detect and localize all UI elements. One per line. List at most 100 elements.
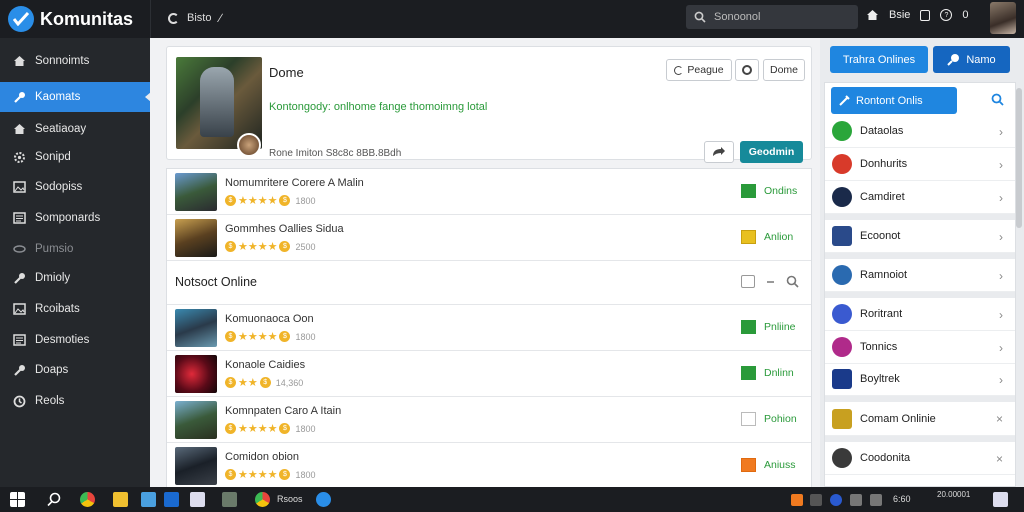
app-icon[interactable] bbox=[222, 492, 237, 507]
sidebar-item-rcoibats[interactable]: Rcoibats bbox=[0, 294, 150, 324]
right-panel-scrollbar[interactable] bbox=[1016, 88, 1022, 228]
name-button[interactable]: Namo bbox=[933, 46, 1010, 73]
search-icon[interactable] bbox=[47, 492, 62, 507]
sidebar-item-kaomats[interactable]: Kaomats bbox=[0, 82, 151, 112]
minus-icon[interactable] bbox=[767, 280, 774, 283]
online-button[interactable]: Trahra Onlines bbox=[830, 46, 928, 73]
panel-tab[interactable]: Rontont Onlis bbox=[831, 87, 957, 114]
online-list-item[interactable]: Donhurits › bbox=[825, 148, 1015, 181]
battery-icon[interactable] bbox=[870, 494, 882, 506]
top-nav-label: Bisto bbox=[187, 12, 212, 24]
search-icon[interactable] bbox=[786, 275, 799, 288]
list-item[interactable]: Komuonaoca Oon $ ★★★★ $ 1800 Pnliine bbox=[167, 305, 811, 351]
list-item[interactable]: Komnpaten Caro A Itain $ ★★★★ $ 1800 Poh… bbox=[167, 397, 811, 443]
list-item[interactable]: Gommhes Oallies Sidua $ ★★★★ $ 2500 Anli… bbox=[167, 215, 811, 261]
search-box[interactable] bbox=[686, 5, 858, 29]
primary-action-label: Geodmin bbox=[748, 146, 795, 158]
done-button[interactable]: Dome bbox=[763, 59, 805, 81]
list-icon bbox=[12, 211, 26, 225]
search-input[interactable] bbox=[714, 11, 844, 23]
online-list-item[interactable]: Tonnics › bbox=[825, 331, 1015, 364]
folder-icon[interactable] bbox=[113, 492, 128, 507]
sidebar-item-label: Sonipd bbox=[35, 151, 71, 163]
sidebar-item-seatiaoay[interactable]: Seatiaoay bbox=[0, 114, 150, 144]
search-icon[interactable] bbox=[991, 93, 1004, 106]
sidebar-item-sonnoimts[interactable]: Sonnoimts bbox=[0, 46, 150, 76]
notification-center-icon[interactable] bbox=[993, 492, 1008, 507]
primary-action-button[interactable]: Geodmin bbox=[740, 141, 803, 163]
top-right-label[interactable]: Bsie bbox=[889, 9, 910, 21]
close-icon[interactable]: × bbox=[996, 452, 1003, 466]
photos-icon[interactable] bbox=[141, 492, 156, 507]
chrome-icon[interactable] bbox=[80, 492, 95, 507]
rating-count: 1800 bbox=[295, 195, 316, 206]
tray-icon[interactable] bbox=[810, 494, 822, 506]
sidebar-item-doaps[interactable]: Doaps bbox=[0, 355, 150, 385]
clock-time[interactable]: 6:60 bbox=[893, 494, 911, 504]
list-item[interactable]: Comidon obion $ ★★★★ $ 1800 Aniuss bbox=[167, 443, 811, 489]
online-list-item[interactable]: Ramnoiot › bbox=[825, 259, 1015, 292]
taskbar-app-label[interactable]: Rsoos bbox=[277, 494, 303, 504]
online-list-item[interactable]: Camdiret › bbox=[825, 181, 1015, 214]
help-icon[interactable]: ? bbox=[940, 9, 953, 21]
volume-icon[interactable] bbox=[850, 494, 862, 506]
grid-view-icon[interactable] bbox=[741, 275, 755, 288]
top-nav[interactable]: Bisto ∕ bbox=[168, 11, 221, 25]
rating: $ ★★★★ $ 1800 bbox=[225, 194, 315, 207]
chevron-right-icon: › bbox=[999, 341, 1003, 355]
online-status[interactable]: Pnliine bbox=[741, 320, 796, 334]
circle-icon bbox=[742, 65, 752, 75]
brand[interactable]: Komunitas bbox=[8, 6, 133, 32]
app-icon bbox=[832, 154, 852, 174]
app-icon bbox=[832, 408, 852, 429]
top-right-controls: Bsie ? 0 bbox=[866, 9, 969, 21]
online-item-label: Coodonita bbox=[860, 452, 911, 464]
messenger-icon[interactable] bbox=[316, 492, 331, 507]
close-icon[interactable]: × bbox=[996, 412, 1003, 426]
online-list-item[interactable]: Boyltrek › bbox=[825, 363, 1015, 396]
online-status[interactable]: Anlion bbox=[741, 230, 793, 244]
section-header: Notsoct Online bbox=[167, 261, 811, 305]
online-list-item[interactable]: Coodonita × bbox=[825, 442, 1015, 475]
online-status[interactable]: Pohion bbox=[741, 412, 797, 426]
featured-description: Kontongody: onlhome fange thomoimng lota… bbox=[269, 101, 488, 113]
status-indicator bbox=[741, 366, 756, 380]
sidebar-item-sodopiss[interactable]: Sodopiss bbox=[0, 172, 150, 202]
online-status[interactable]: Aniuss bbox=[741, 458, 796, 472]
list-item[interactable]: Nomumritere Corere A Malin $ ★★★★ $ 1800… bbox=[167, 169, 811, 215]
online-status[interactable]: Dnlinn bbox=[741, 366, 794, 380]
chrome-icon[interactable] bbox=[255, 492, 270, 507]
user-avatar[interactable] bbox=[990, 2, 1016, 34]
list-icon bbox=[12, 333, 26, 347]
window-icon[interactable] bbox=[190, 492, 205, 507]
featured-author-avatar[interactable] bbox=[237, 133, 261, 157]
online-item-label: Dataolas bbox=[860, 125, 904, 137]
sidebar-item-desmoties[interactable]: Desmoties bbox=[0, 325, 150, 355]
online-panel: Rontont Onlis Dataolas › Donhurits › Cam… bbox=[824, 82, 1016, 487]
game-title: Konaole Caidies bbox=[225, 359, 306, 371]
game-thumbnail bbox=[175, 401, 217, 439]
sidebar-item-dmioly[interactable]: Dmioly bbox=[0, 263, 150, 293]
sidebar-item-sonipd[interactable]: Sonipd bbox=[0, 142, 150, 172]
sidebar-item-somponards[interactable]: Somponards bbox=[0, 203, 150, 233]
engage-button[interactable]: Peague bbox=[666, 59, 732, 81]
online-list-item[interactable]: Dataolas › bbox=[825, 115, 1015, 148]
sidebar-item-reols[interactable]: Reols bbox=[0, 386, 150, 416]
tray-icon[interactable] bbox=[791, 494, 803, 506]
sidebar-item-pumsio[interactable]: Pumsio bbox=[0, 234, 150, 264]
home-icon[interactable] bbox=[866, 9, 879, 21]
circle-button[interactable] bbox=[735, 59, 759, 81]
list-item[interactable]: Konaole Caidies $ ★★ $ 14,360 Dnlinn bbox=[167, 351, 811, 397]
notification-icon[interactable] bbox=[920, 9, 931, 21]
online-status[interactable]: Ondins bbox=[741, 184, 797, 198]
online-list-item[interactable]: Comam Onlinie × bbox=[825, 402, 1015, 436]
clock-date[interactable]: 20.00001 bbox=[937, 490, 970, 499]
share-button[interactable] bbox=[704, 141, 734, 163]
online-list-item[interactable]: Ecoonot › bbox=[825, 220, 1015, 253]
top-right-badge[interactable]: 0 bbox=[962, 9, 968, 21]
start-icon[interactable] bbox=[10, 492, 25, 507]
coin-icon: $ bbox=[279, 469, 291, 480]
network-icon[interactable] bbox=[830, 494, 842, 506]
online-list-item[interactable]: Roritrant › bbox=[825, 298, 1015, 331]
store-icon[interactable] bbox=[164, 492, 179, 507]
